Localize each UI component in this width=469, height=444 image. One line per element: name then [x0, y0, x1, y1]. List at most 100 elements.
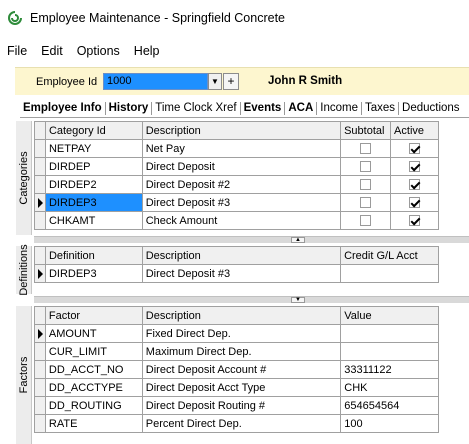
- tab-time-clock-xref[interactable]: Time Clock Xref: [152, 101, 241, 115]
- active-checkbox[interactable]: [409, 143, 421, 155]
- table-row[interactable]: DIRDEP Direct Deposit: [34, 157, 439, 176]
- column-header-credit-gl-acct[interactable]: Credit G/L Acct: [340, 246, 439, 265]
- column-header-subtotal[interactable]: Subtotal: [340, 121, 392, 140]
- definitions-splitter[interactable]: ▼: [34, 296, 469, 303]
- column-header-description[interactable]: Description: [141, 121, 342, 140]
- tab-employee-info[interactable]: Employee Info: [20, 101, 106, 115]
- description-cell[interactable]: Direct Deposit #3: [141, 193, 342, 212]
- description-cell[interactable]: Check Amount: [141, 211, 342, 230]
- column-header-definition[interactable]: Definition: [44, 246, 143, 265]
- tab-taxes[interactable]: Taxes: [362, 101, 400, 115]
- description-cell[interactable]: Direct Deposit #2: [141, 175, 342, 194]
- table-row-selected[interactable]: DIRDEP3 Direct Deposit #3: [34, 264, 439, 283]
- row-header-corner: [34, 121, 46, 140]
- column-header-factor[interactable]: Factor: [44, 306, 143, 325]
- row-header-corner: [34, 246, 46, 265]
- column-header-value[interactable]: Value: [340, 306, 439, 325]
- tab-income[interactable]: Income: [317, 101, 362, 115]
- factor-cell[interactable]: AMOUNT: [44, 324, 143, 343]
- factor-cell[interactable]: DD_ACCT_NO: [44, 360, 143, 379]
- value-cell[interactable]: 654654564: [340, 396, 439, 415]
- credit-gl-acct-cell[interactable]: [340, 264, 439, 283]
- factor-cell[interactable]: CUR_LIMIT: [44, 342, 143, 361]
- table-row[interactable]: DD_ROUTING Direct Deposit Routing # 6546…: [34, 396, 439, 415]
- tab-deductions[interactable]: Deductions: [399, 102, 463, 115]
- factor-cell[interactable]: DD_ACCTYPE: [44, 378, 143, 397]
- factors-side-label: Factors: [16, 306, 32, 444]
- active-checkbox[interactable]: [409, 161, 421, 173]
- description-cell[interactable]: Direct Deposit: [141, 157, 342, 176]
- column-header-description[interactable]: Description: [141, 306, 342, 325]
- window-title: Employee Maintenance - Springfield Concr…: [30, 11, 285, 25]
- add-employee-button[interactable]: +: [223, 73, 239, 90]
- employee-id-combo[interactable]: 1000: [103, 73, 208, 90]
- active-checkbox[interactable]: [409, 197, 421, 209]
- category-id-cell[interactable]: DIRDEP3: [44, 193, 143, 212]
- table-row[interactable]: DD_ACCTYPE Direct Deposit Acct Type CHK: [34, 378, 439, 397]
- table-row-selected[interactable]: DIRDEP3 Direct Deposit #3: [34, 193, 439, 212]
- row-header-corner: [34, 306, 46, 325]
- column-header-active[interactable]: Active: [390, 121, 439, 140]
- category-id-cell[interactable]: CHKAMT: [44, 211, 143, 230]
- active-checkbox[interactable]: [409, 179, 421, 191]
- tab-aca[interactable]: ACA: [285, 101, 318, 115]
- chevron-down-icon[interactable]: ▼: [208, 73, 222, 90]
- employee-name: John R Smith: [268, 75, 343, 87]
- description-cell[interactable]: Direct Deposit Account #: [141, 360, 342, 379]
- description-cell[interactable]: Net Pay: [141, 139, 342, 158]
- tab-events[interactable]: Events: [241, 101, 286, 115]
- value-cell[interactable]: 100: [340, 414, 439, 433]
- value-cell[interactable]: [340, 324, 439, 343]
- tab-divider: [20, 117, 469, 118]
- menu-help[interactable]: Help: [127, 44, 167, 58]
- menu-options[interactable]: Options: [70, 44, 127, 58]
- table-row[interactable]: DIRDEP2 Direct Deposit #2: [34, 175, 439, 194]
- categories-grid: Category Id Description Subtotal Active …: [34, 121, 439, 230]
- subtotal-checkbox[interactable]: [360, 215, 372, 227]
- table-row[interactable]: DD_ACCT_NO Direct Deposit Account # 3331…: [34, 360, 439, 379]
- subtotal-checkbox[interactable]: [360, 143, 372, 155]
- column-header-category-id[interactable]: Category Id: [44, 121, 143, 140]
- factor-cell[interactable]: RATE: [44, 414, 143, 433]
- title-bar: Employee Maintenance - Springfield Concr…: [0, 0, 469, 36]
- table-row-selected[interactable]: AMOUNT Fixed Direct Dep.: [34, 324, 439, 343]
- tab-strip: Employee Info History Time Clock Xref Ev…: [20, 99, 469, 117]
- categories-splitter[interactable]: ▲: [34, 236, 469, 243]
- collapse-up-icon[interactable]: ▲: [291, 237, 305, 243]
- factor-cell[interactable]: DD_ROUTING: [44, 396, 143, 415]
- definitions-side-label: Definitions: [16, 244, 32, 296]
- description-cell[interactable]: Direct Deposit Routing #: [141, 396, 342, 415]
- tab-history[interactable]: History: [106, 101, 153, 115]
- categories-side-label: Categories: [16, 121, 32, 235]
- current-row-arrow-icon: [38, 198, 43, 208]
- description-cell[interactable]: Maximum Direct Dep.: [141, 342, 342, 361]
- app-icon: [8, 11, 22, 25]
- factors-grid: Factor Description Value AMOUNT Fixed Di…: [34, 306, 439, 433]
- current-row-arrow-icon: [38, 329, 43, 339]
- table-row[interactable]: NETPAY Net Pay: [34, 139, 439, 158]
- menu-file[interactable]: File: [0, 44, 34, 58]
- category-id-cell[interactable]: NETPAY: [44, 139, 143, 158]
- definitions-grid: Definition Description Credit G/L Acct D…: [34, 246, 439, 283]
- table-row[interactable]: RATE Percent Direct Dep. 100: [34, 414, 439, 433]
- subtotal-checkbox[interactable]: [360, 179, 372, 191]
- value-cell[interactable]: 33311122: [340, 360, 439, 379]
- description-cell[interactable]: Percent Direct Dep.: [141, 414, 342, 433]
- subtotal-checkbox[interactable]: [360, 161, 372, 173]
- column-header-description[interactable]: Description: [141, 246, 342, 265]
- employee-header: Employee Id 1000 ▼ + John R Smith: [15, 67, 469, 95]
- active-checkbox[interactable]: [409, 215, 421, 227]
- table-row[interactable]: CUR_LIMIT Maximum Direct Dep.: [34, 342, 439, 361]
- description-cell[interactable]: Fixed Direct Dep.: [141, 324, 342, 343]
- definition-cell[interactable]: DIRDEP3: [44, 264, 143, 283]
- category-id-cell[interactable]: DIRDEP2: [44, 175, 143, 194]
- description-cell[interactable]: Direct Deposit Acct Type: [141, 378, 342, 397]
- expand-down-icon[interactable]: ▼: [291, 297, 305, 303]
- table-row[interactable]: CHKAMT Check Amount: [34, 211, 439, 230]
- category-id-cell[interactable]: DIRDEP: [44, 157, 143, 176]
- subtotal-checkbox[interactable]: [360, 197, 372, 209]
- description-cell[interactable]: Direct Deposit #3: [141, 264, 342, 283]
- value-cell[interactable]: [340, 342, 439, 361]
- value-cell[interactable]: CHK: [340, 378, 439, 397]
- menu-edit[interactable]: Edit: [34, 44, 70, 58]
